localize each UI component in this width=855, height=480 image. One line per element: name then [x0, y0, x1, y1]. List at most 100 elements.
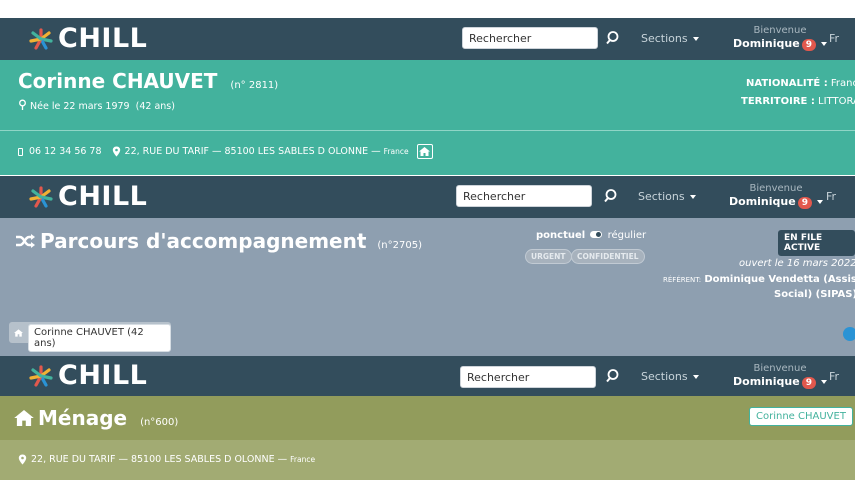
- brand-name: CHILL: [58, 360, 148, 391]
- territory-value: LITTORAL: [818, 96, 855, 107]
- sections-label: Sections: [641, 32, 688, 45]
- menage-title: Ménage (n°600): [14, 406, 178, 430]
- household-link-button[interactable]: [416, 144, 433, 159]
- chill-logo-icon: [29, 28, 53, 50]
- chill-logo-icon: [29, 365, 53, 387]
- chevron-down-icon: [820, 42, 827, 46]
- parcours-number: (n°2705): [377, 240, 422, 251]
- birth-date: Née le 22 mars 1979: [30, 101, 130, 112]
- chevron-down-icon: [692, 375, 699, 379]
- search-input[interactable]: [460, 366, 596, 388]
- referent-name: Dominique Vendetta (Assistant: [704, 274, 855, 285]
- navbar: CHILL Sections Bienvenue Dominique9 Fr: [0, 176, 855, 218]
- map-marker-icon: [19, 99, 26, 110]
- ponctuel-label: ponctuel: [536, 230, 586, 241]
- notification-badge: 9: [801, 39, 816, 51]
- referent-service: Social) (SIPAS): [774, 289, 855, 300]
- address: 22, RUE DU TARIF — 85100 LES SABLES D OL…: [31, 454, 288, 465]
- nationality-value: France: [830, 78, 855, 89]
- map-marker-icon: [18, 454, 27, 465]
- language-switcher[interactable]: Fr: [829, 32, 839, 45]
- user-name: Dominique: [729, 195, 796, 208]
- search-input[interactable]: [456, 185, 592, 207]
- home-icon: [419, 147, 431, 156]
- search-icon[interactable]: [603, 366, 623, 386]
- member-button[interactable]: Corinne CHAUVET: [749, 407, 853, 426]
- sections-menu[interactable]: Sections: [641, 370, 699, 383]
- search-icon[interactable]: [603, 28, 623, 48]
- contact-info: 06 12 34 56 78 22, RUE DU TARIF — 85100 …: [18, 144, 433, 159]
- notification-badge: 9: [801, 377, 816, 389]
- phone-icon: [18, 147, 23, 156]
- urgent-chip[interactable]: URGENT: [525, 249, 572, 264]
- parcours-banner: Parcours d'accompagnement (n°2705) ponct…: [0, 218, 855, 311]
- sections-menu[interactable]: Sections: [638, 190, 696, 203]
- welcome-label: Bienvenue: [753, 363, 807, 374]
- person-birth: Née le 22 mars 1979 (42 ans): [18, 99, 175, 112]
- welcome-label: Bienvenue: [749, 183, 803, 194]
- home-icon: [14, 410, 34, 426]
- person-number: (n° 2811): [230, 80, 279, 91]
- confidentiel-chip[interactable]: CONFIDENTIEL: [571, 249, 645, 264]
- address-country: France: [290, 455, 316, 464]
- brand-name: CHILL: [58, 181, 148, 212]
- user-menu[interactable]: Bienvenue Dominique 9: [733, 362, 827, 389]
- user-name: Dominique: [733, 375, 800, 388]
- map-marker-icon: [112, 146, 120, 157]
- chevron-down-icon: [692, 37, 699, 41]
- language-switcher[interactable]: Fr: [829, 370, 839, 383]
- person-age: (42 ans): [135, 101, 175, 112]
- chill-logo-icon: [29, 186, 53, 208]
- menage-number: (n°600): [140, 417, 179, 428]
- person-contact-bar: 06 12 34 56 78 22, RUE DU TARIF — 85100 …: [0, 130, 855, 175]
- user-menu[interactable]: Bienvenue Dominique 9: [733, 24, 827, 51]
- menage-address-bar: 22, RUE DU TARIF — 85100 LES SABLES D OL…: [0, 440, 855, 480]
- sections-label: Sections: [638, 190, 685, 203]
- phone-number: 06 12 34 56 78: [29, 146, 102, 157]
- parcours-subbar: Corinne CHAUVET (42 ans): [0, 311, 855, 356]
- periodicity-toggle[interactable]: ponctuel régulier: [536, 230, 646, 241]
- person-title: Corinne CHAUVET (n° 2811): [18, 69, 278, 93]
- chevron-down-icon: [820, 380, 827, 384]
- navbar: CHILL Sections Bienvenue Dominique9 Fr: [0, 356, 855, 396]
- chill-logo[interactable]: CHILL: [28, 23, 147, 55]
- user-menu[interactable]: Bienvenue Dominique 9: [729, 182, 823, 209]
- welcome-label: Bienvenue: [753, 25, 807, 36]
- regulier-label: régulier: [607, 230, 647, 241]
- status-badge: EN FILE ACTIVE: [778, 230, 855, 256]
- breadcrumb-person[interactable]: Corinne CHAUVET (42 ans): [28, 324, 171, 352]
- chill-logo[interactable]: CHILL: [28, 360, 147, 392]
- nationality: NATIONALITÉ : France: [746, 78, 855, 89]
- toggle-switch[interactable]: [590, 231, 603, 238]
- menage-address: 22, RUE DU TARIF — 85100 LES SABLES D OL…: [18, 454, 315, 465]
- brand-name: CHILL: [58, 23, 148, 54]
- divider: [0, 130, 855, 131]
- home-icon: [14, 329, 23, 337]
- person-name: Corinne CHAUVET: [18, 69, 218, 93]
- address-country: France: [383, 147, 409, 156]
- territory-label: TERRITOIRE :: [741, 96, 815, 107]
- nationality-label: NATIONALITÉ :: [746, 78, 828, 89]
- side-toggle[interactable]: [843, 327, 855, 341]
- search-input[interactable]: [462, 27, 598, 49]
- opened-date: ouvert le 16 mars 2022: [739, 258, 855, 269]
- referent: RÉFÉRENT: Dominique Vendetta (Assistant: [663, 274, 855, 285]
- chill-logo[interactable]: CHILL: [28, 181, 147, 213]
- parcours-title: Parcours d'accompagnement (n°2705): [15, 229, 422, 253]
- address: 22, RUE DU TARIF — 85100 LES SABLES D OL…: [124, 146, 381, 157]
- referent-label: RÉFÉRENT:: [663, 276, 702, 284]
- chevron-down-icon: [816, 200, 823, 204]
- language-switcher[interactable]: Fr: [826, 190, 836, 203]
- chevron-down-icon: [689, 195, 696, 199]
- menage-banner: Ménage (n°600) Corinne CHAUVET: [0, 396, 855, 440]
- random-icon: [16, 234, 35, 248]
- sections-label: Sections: [641, 370, 688, 383]
- breadcrumb: Corinne CHAUVET (42 ans): [9, 322, 171, 352]
- notification-badge: 9: [797, 197, 812, 209]
- search-icon[interactable]: [601, 186, 621, 206]
- user-name: Dominique: [733, 37, 800, 50]
- menage-title-text: Ménage: [38, 406, 128, 430]
- parcours-title-text: Parcours d'accompagnement: [40, 229, 367, 253]
- person-banner: Corinne CHAUVET (n° 2811) Née le 22 mars…: [0, 60, 855, 130]
- sections-menu[interactable]: Sections: [641, 32, 699, 45]
